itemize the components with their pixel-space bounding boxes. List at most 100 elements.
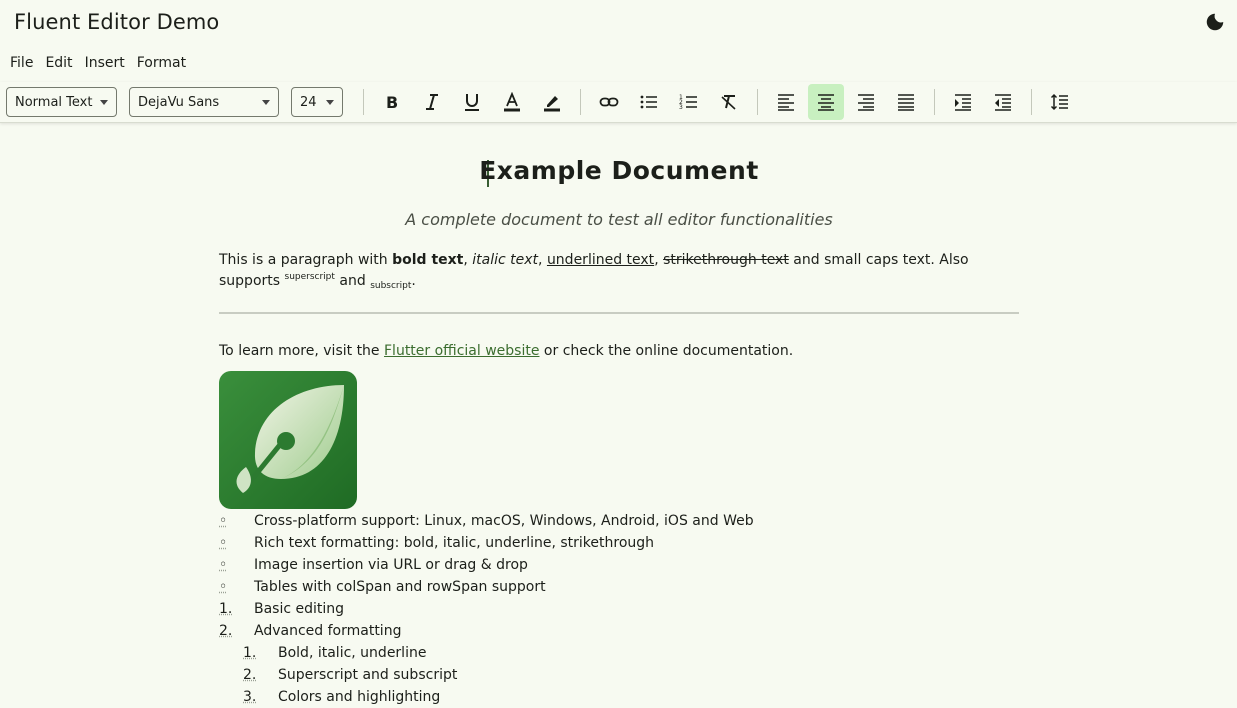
toolbar-divider — [757, 89, 758, 115]
app-bar: Fluent Editor Demo — [0, 0, 1237, 44]
link-button[interactable] — [591, 84, 627, 120]
menu-bar: File Edit Insert Format — [0, 44, 1237, 82]
paragraph-text: , — [538, 252, 547, 268]
highlight-icon — [544, 96, 560, 112]
numbered-list-icon: 123 — [679, 94, 697, 111]
align-left-button[interactable] — [768, 84, 804, 120]
italic-text: italic text — [472, 252, 539, 268]
number-marker: 1. — [219, 601, 233, 617]
bold-text: bold text — [392, 252, 464, 268]
chevron-down-icon — [262, 99, 270, 105]
format-toolbar: Normal Text DejaVu Sans 24 B 123 — [0, 82, 1237, 123]
align-justify-button[interactable] — [888, 84, 924, 120]
font-family-value: DejaVu Sans — [138, 94, 220, 110]
menu-file[interactable]: File — [4, 51, 39, 75]
list-item[interactable]: 2. Superscript and subscript — [219, 664, 754, 686]
svg-text:3: 3 — [679, 104, 683, 111]
bullet-marker: ◦ — [219, 579, 228, 595]
list-item-text: Image insertion via URL or drag & drop — [254, 557, 528, 573]
toolbar-divider — [934, 89, 935, 115]
formatting-paragraph[interactable]: This is a paragraph with bold text, ital… — [219, 252, 1019, 295]
indent-icon — [955, 94, 971, 111]
superscript-text: superscript — [284, 272, 335, 282]
outdent-button[interactable] — [985, 84, 1021, 120]
paragraph-text: To learn more, visit the — [219, 343, 384, 359]
link-icon — [599, 97, 619, 107]
leaf-logo-icon[interactable] — [219, 371, 357, 509]
align-right-button[interactable] — [848, 84, 884, 120]
toolbar-divider — [1031, 89, 1032, 115]
numbered-list-button[interactable]: 123 — [671, 84, 707, 120]
list-item[interactable]: ◦ Image insertion via URL or drag & drop — [219, 554, 754, 576]
paragraph-style-dropdown[interactable]: Normal Text — [6, 87, 117, 117]
number-marker: 1. — [243, 645, 257, 661]
paragraph-text: or check the online documentation. — [539, 343, 794, 359]
list-item-text: Superscript and subscript — [278, 667, 458, 683]
clear-format-button[interactable] — [711, 84, 747, 120]
bullet-marker: ◦ — [219, 557, 228, 573]
dark-mode-moon-icon[interactable] — [1201, 8, 1229, 36]
paragraph-text: This is a paragraph with — [219, 252, 393, 268]
list-item[interactable]: ◦ Tables with colSpan and rowSpan support — [219, 576, 754, 598]
line-spacing-button[interactable] — [1042, 84, 1078, 120]
svg-text:B: B — [386, 93, 398, 112]
document-title[interactable]: Example Document — [219, 156, 1019, 185]
font-size-dropdown[interactable]: 24 — [291, 87, 343, 117]
paragraph-text: and — [334, 273, 371, 289]
list-item-text: Advanced formatting — [254, 623, 402, 639]
list-item-text: Basic editing — [254, 601, 345, 617]
list-item-text: Cross-platform support: Linux, macOS, Wi… — [254, 513, 754, 529]
outdent-icon — [995, 94, 1011, 111]
flutter-website-link[interactable]: Flutter official website — [384, 343, 539, 359]
align-left-icon — [778, 94, 794, 111]
highlight-button[interactable] — [534, 84, 570, 120]
underline-icon — [465, 94, 479, 111]
bullet-marker: ◦ — [219, 513, 228, 529]
text-color-button[interactable] — [494, 84, 530, 120]
paragraph-text: , — [463, 252, 473, 268]
italic-icon — [426, 94, 438, 110]
bullet-marker: ◦ — [219, 535, 228, 551]
list-item[interactable]: ◦ Rich text formatting: bold, italic, und… — [219, 532, 754, 554]
strikethrough-text: strikethrough text — [663, 252, 789, 268]
number-marker: 2. — [243, 667, 257, 683]
indent-button[interactable] — [945, 84, 981, 120]
align-center-icon — [818, 94, 834, 111]
chevron-down-icon — [326, 99, 334, 105]
list-item[interactable]: ◦ Cross-platform support: Linux, macOS, W… — [219, 510, 754, 532]
paragraph-text: . — [411, 273, 416, 289]
list-item-text: Tables with colSpan and rowSpan support — [254, 579, 546, 595]
toolbar-divider — [363, 89, 364, 115]
list-item[interactable]: 3. Colors and highlighting — [219, 686, 754, 708]
link-paragraph[interactable]: To learn more, visit the Flutter officia… — [219, 343, 793, 359]
menu-edit[interactable]: Edit — [39, 51, 78, 75]
chevron-down-icon — [100, 99, 108, 105]
underline-button[interactable] — [454, 84, 490, 120]
list-item[interactable]: 2. Advanced formatting — [219, 620, 754, 642]
list-item[interactable]: 1. Basic editing — [219, 598, 754, 620]
document-lists: ◦ Cross-platform support: Linux, macOS, W… — [219, 510, 754, 708]
list-item[interactable]: 1. Bold, italic, underline — [219, 642, 754, 664]
document-area[interactable]: Example Document A complete document to … — [0, 123, 1237, 705]
list-item-text: Rich text formatting: bold, italic, unde… — [254, 535, 655, 551]
underlined-text: underlined text — [546, 252, 655, 268]
bullet-list-button[interactable] — [631, 84, 667, 120]
paragraph-text: , — [654, 252, 664, 268]
document-subtitle[interactable]: A complete document to test all editor f… — [219, 210, 1019, 229]
italic-button[interactable] — [414, 84, 450, 120]
menu-format[interactable]: Format — [131, 51, 192, 75]
horizontal-rule — [219, 312, 1019, 314]
align-justify-icon — [898, 94, 914, 111]
align-center-button[interactable] — [808, 84, 844, 120]
font-family-dropdown[interactable]: DejaVu Sans — [129, 87, 279, 117]
paragraph-style-value: Normal Text — [15, 94, 93, 110]
menu-insert[interactable]: Insert — [79, 51, 131, 75]
clear-format-icon — [721, 95, 736, 110]
text-color-icon — [504, 92, 520, 112]
toolbar-divider — [580, 89, 581, 115]
bold-button[interactable]: B — [374, 84, 410, 120]
bold-icon: B — [386, 93, 398, 112]
app-title: Fluent Editor Demo — [14, 10, 220, 34]
font-size-value: 24 — [300, 94, 317, 110]
subscript-text: subscript — [370, 281, 412, 291]
